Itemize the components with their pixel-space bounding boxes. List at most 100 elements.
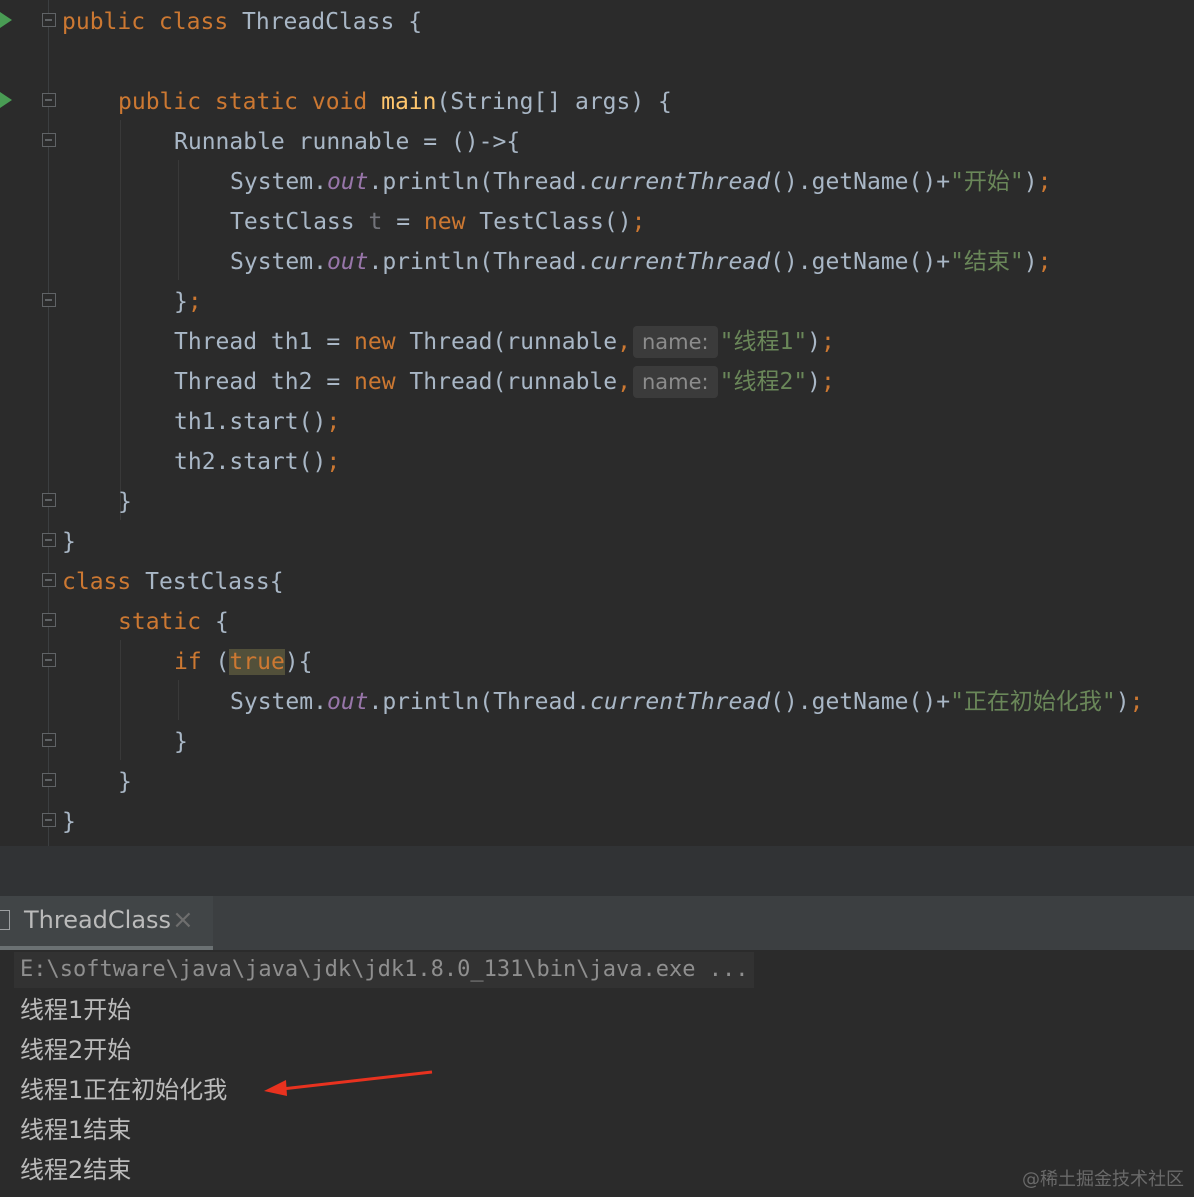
static-field: out xyxy=(326,169,369,195)
code-line[interactable]: } xyxy=(62,802,76,842)
keyword: if xyxy=(174,649,202,675)
code-line[interactable]: System.out.println(Thread.currentThread(… xyxy=(230,682,1144,722)
code-line[interactable]: System.out.println(Thread.currentThread(… xyxy=(230,242,1052,282)
code-line[interactable]: Thread th1 = new Thread(runnable, name: "线… xyxy=(174,322,835,362)
run-main-icon[interactable] xyxy=(0,92,12,108)
indent-guide xyxy=(178,160,179,280)
code-editor[interactable]: public class ThreadClass { public static… xyxy=(0,0,1194,846)
annotation-arrow xyxy=(264,1070,433,1096)
method-name: main xyxy=(381,89,437,115)
semicolon: ; xyxy=(821,369,835,395)
fold-icon[interactable] xyxy=(42,493,56,507)
fold-icon[interactable] xyxy=(42,533,56,547)
watermark: @稀土掘金技术社区 xyxy=(1022,1169,1184,1190)
code-text: } xyxy=(118,489,132,515)
string-literal: "开始" xyxy=(950,169,1024,195)
string-literal: "结束" xyxy=(950,249,1024,275)
static-field: out xyxy=(326,689,369,715)
keyword: new xyxy=(354,369,396,395)
indent-guide xyxy=(120,120,121,520)
parameter-hint: name: xyxy=(632,366,718,398)
code-text: ) xyxy=(1115,689,1130,715)
run-class-icon[interactable] xyxy=(0,12,12,28)
fold-icon[interactable] xyxy=(42,653,56,667)
code-text: Runnable runnable = ()->{ xyxy=(174,129,521,155)
code-text: System. xyxy=(230,169,327,195)
code-line[interactable]: th1.start(); xyxy=(174,402,340,442)
method-call: currentThread xyxy=(590,689,771,715)
tab-threadclass[interactable]: ThreadClass × xyxy=(0,896,213,950)
fold-icon[interactable] xyxy=(42,733,56,747)
comma: , xyxy=(617,369,631,395)
code-line[interactable]: }; xyxy=(174,282,202,322)
run-tab-bar: ThreadClass × xyxy=(0,896,1194,951)
semicolon: ; xyxy=(326,449,341,475)
code-line[interactable]: } xyxy=(118,762,132,802)
code-line[interactable]: System.out.println(Thread.currentThread(… xyxy=(230,162,1052,202)
code-line[interactable]: TestClass t = new TestClass(); xyxy=(230,202,645,242)
fold-icon[interactable] xyxy=(42,813,56,827)
code-text: Thread th2 = xyxy=(174,369,355,395)
code-line[interactable]: class TestClass{ xyxy=(62,562,284,602)
code-line[interactable]: } xyxy=(174,722,188,762)
string-literal: "线程2" xyxy=(719,369,808,395)
code-text: } xyxy=(118,769,132,795)
fold-icon[interactable] xyxy=(42,293,56,307)
keyword: public class xyxy=(62,9,243,35)
fold-icon[interactable] xyxy=(42,93,56,107)
fold-icon[interactable] xyxy=(42,773,56,787)
code-text: .println(Thread. xyxy=(368,169,591,195)
code-line[interactable]: Runnable runnable = ()->{ xyxy=(174,122,520,162)
code-text: { xyxy=(394,9,423,35)
code-text: { xyxy=(201,609,229,635)
fold-icon[interactable] xyxy=(42,133,56,147)
indent-guide xyxy=(120,640,121,760)
code-text: .println(Thread. xyxy=(368,689,591,715)
code-line[interactable]: } xyxy=(62,522,76,562)
code-line[interactable]: if (true){ xyxy=(174,642,313,682)
semicolon: ; xyxy=(821,329,835,355)
code-text: } xyxy=(174,729,188,755)
fold-icon[interactable] xyxy=(42,13,56,27)
fold-icon[interactable] xyxy=(42,573,56,587)
code-text: } xyxy=(174,289,188,315)
code-text: ) xyxy=(807,329,822,355)
code-text: ) xyxy=(1023,249,1038,275)
code-text: ( xyxy=(201,649,230,675)
code-text: Thread(runnable xyxy=(395,369,618,395)
semicolon: ; xyxy=(1129,689,1144,715)
code-line[interactable]: static { xyxy=(118,602,229,642)
code-text: (String[] args) { xyxy=(436,89,672,115)
code-line[interactable]: Thread th2 = new Thread(runnable, name: "线… xyxy=(174,362,835,402)
semicolon: ; xyxy=(1037,169,1052,195)
keyword: new xyxy=(423,209,466,235)
code-text: } xyxy=(62,529,76,555)
tab-label: ThreadClass xyxy=(24,906,172,934)
code-line[interactable]: th2.start(); xyxy=(174,442,340,482)
code-text: ) xyxy=(807,369,822,395)
run-console[interactable]: E:\software\java\java\jdk\jdk1.8.0_131\b… xyxy=(0,950,1194,1197)
code-line[interactable]: public static void main(String[] args) { xyxy=(118,82,672,122)
code-line[interactable]: } xyxy=(118,482,132,522)
method-call: currentThread xyxy=(590,169,771,195)
keyword: public static void xyxy=(118,89,382,115)
code-text: Thread(runnable xyxy=(395,329,618,355)
code-text: ().getName()+ xyxy=(770,689,951,715)
semicolon: ; xyxy=(326,409,341,435)
code-text: System. xyxy=(230,689,327,715)
code-text: ().getName()+ xyxy=(770,169,951,195)
semicolon: ; xyxy=(1037,249,1052,275)
class-name: ThreadClass xyxy=(242,9,395,35)
method-call: currentThread xyxy=(590,249,771,275)
close-icon[interactable]: × xyxy=(172,905,194,935)
parameter-hint: name: xyxy=(632,326,718,358)
code-text: .println(Thread. xyxy=(368,249,591,275)
highlighted-literal: true xyxy=(229,649,285,675)
fold-icon[interactable] xyxy=(42,613,56,627)
code-text: ){ xyxy=(284,649,313,675)
semicolon: ; xyxy=(187,289,202,315)
keyword: static xyxy=(118,609,202,635)
code-text: th2.start() xyxy=(174,449,327,475)
panel-separator[interactable] xyxy=(0,846,1194,896)
code-line[interactable]: public class ThreadClass { xyxy=(62,2,422,42)
